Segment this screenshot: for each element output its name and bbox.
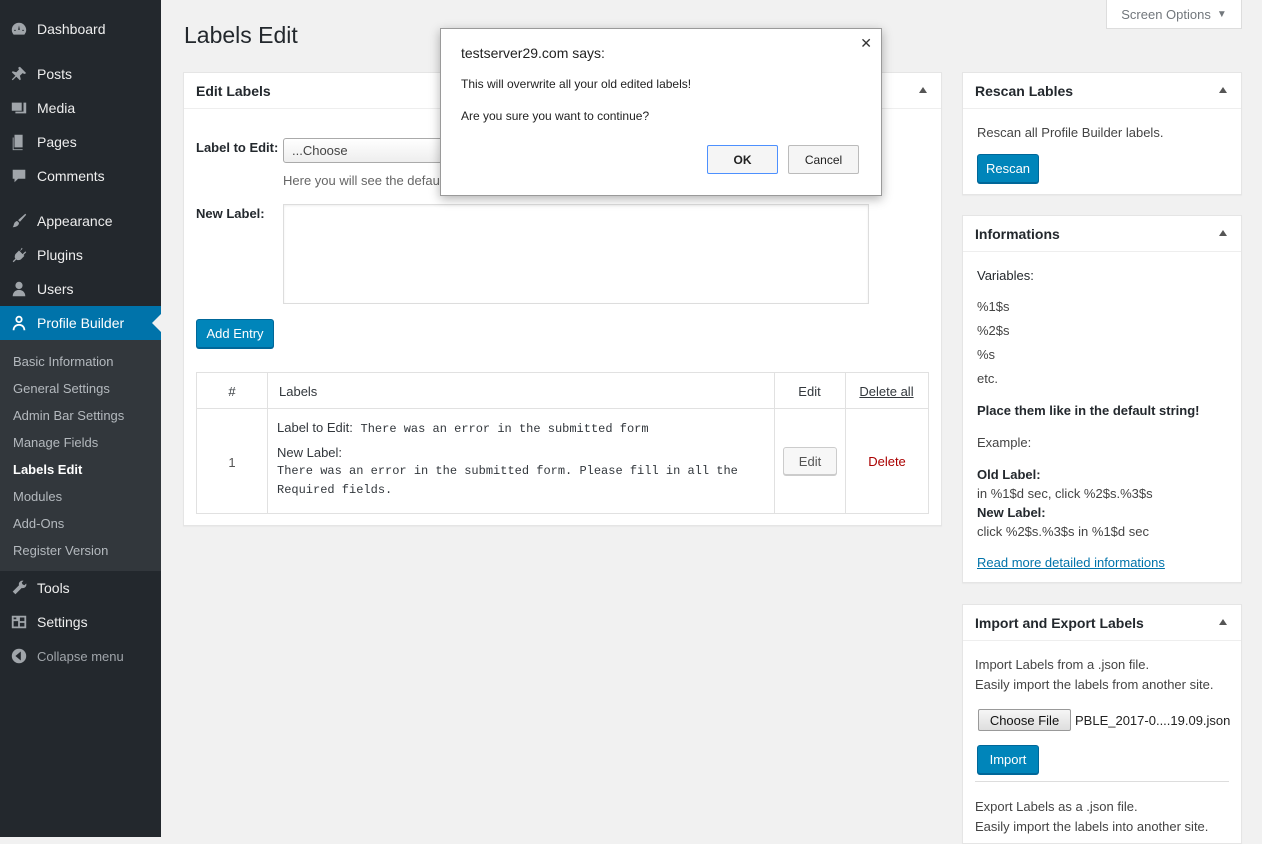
delete-row-link[interactable]: Delete (845, 454, 929, 469)
label-to-edit-label: Label to Edit: (196, 140, 279, 155)
menu-appearance[interactable]: Appearance (0, 204, 161, 238)
menu-media[interactable]: Media (0, 91, 161, 125)
import-button[interactable]: Import (977, 745, 1039, 774)
choose-file-button[interactable]: Choose File (978, 709, 1071, 731)
labels-table: # Labels Edit Delete all 1 Label to Edit… (196, 372, 929, 514)
new-label-textarea[interactable] (283, 204, 869, 304)
plug-icon (9, 245, 29, 265)
dialog-close-icon[interactable]: ✕ (860, 35, 872, 52)
import-description-line1: Import Labels from a .json file. (975, 657, 1150, 672)
variables-label: Variables: (977, 268, 1034, 283)
old-label-value: in %1$d sec, click %2$s.%3$s (977, 486, 1153, 501)
page-title: Labels Edit (184, 22, 298, 48)
caret-down-icon: ▼ (1216, 8, 1227, 20)
panel-toggle-icon[interactable] (1219, 230, 1227, 236)
brush-icon (9, 211, 29, 231)
profile-builder-submenu: Basic Information General Settings Admin… (0, 340, 161, 571)
variable-item: etc. (977, 371, 998, 386)
submenu-add-ons[interactable]: Add-Ons (13, 516, 64, 531)
admin-sidebar: Dashboard Posts Media Pages Comments App… (0, 0, 161, 837)
row-new-label-value-line2: Required fields. (277, 483, 393, 497)
rescan-description: Rescan all Profile Builder labels. (977, 125, 1164, 140)
divider (975, 781, 1229, 782)
row-number: 1 (228, 455, 236, 470)
rescan-button[interactable]: Rescan (977, 154, 1039, 183)
screen-options-button[interactable]: Screen Options ▼ (1106, 0, 1242, 29)
media-icon (9, 98, 29, 118)
import-description-line2: Easily import the labels from another si… (975, 677, 1214, 692)
variable-item: %s (977, 347, 996, 362)
read-more-link[interactable]: Read more detailed informations (977, 555, 1165, 570)
submenu-admin-bar-settings[interactable]: Admin Bar Settings (13, 408, 124, 423)
user-icon (9, 279, 29, 299)
selected-file-name: PBLE_2017-0....19.09.json (1075, 713, 1231, 728)
submenu-basic-information[interactable]: Basic Information (13, 354, 113, 369)
dialog-cancel-button[interactable]: Cancel (788, 145, 859, 174)
new-label-value: click %2$s.%3$s in %1$d sec (977, 524, 1149, 539)
wrench-icon (9, 578, 29, 598)
comment-icon (9, 166, 29, 186)
col-header-edit: Edit (798, 384, 821, 399)
dialog-ok-button[interactable]: OK (707, 145, 778, 174)
row-new-label-value-line1: There was an error in the submitted form… (277, 464, 738, 478)
panel-toggle-icon[interactable] (919, 87, 927, 93)
dialog-message: This will overwrite all your old edited … (461, 77, 692, 91)
submenu-modules[interactable]: Modules (13, 489, 62, 504)
col-header-number: # (228, 384, 236, 399)
add-entry-button[interactable]: Add Entry (196, 319, 274, 348)
variable-item: %2$s (977, 323, 1010, 338)
panel-title: Informations (975, 225, 1060, 242)
label-select[interactable]: ...Choose (283, 138, 453, 163)
collapse-icon (9, 646, 29, 666)
row-new-label-prefix: New Label: (277, 445, 343, 460)
dialog-title: testserver29.com says: (461, 45, 605, 61)
variable-item: %1$s (977, 299, 1010, 314)
menu-profile-builder[interactable]: Profile Builder (0, 306, 161, 340)
pages-icon (9, 132, 29, 152)
new-label-heading: New Label: (977, 505, 1046, 520)
menu-plugins[interactable]: Plugins (0, 238, 161, 272)
menu-pages[interactable]: Pages (0, 125, 161, 159)
delete-all-link[interactable]: Delete all (845, 384, 928, 399)
submenu-manage-fields[interactable]: Manage Fields (13, 435, 98, 450)
new-label-label: New Label: (196, 206, 265, 221)
collapse-menu-button[interactable]: Collapse menu (0, 639, 161, 673)
menu-dashboard[interactable]: Dashboard (0, 12, 161, 46)
pin-icon (9, 64, 29, 84)
place-them-note: Place them like in the default string! (977, 403, 1200, 418)
export-description-line2: Easily import the labels into another si… (975, 819, 1209, 834)
submenu-general-settings[interactable]: General Settings (13, 381, 110, 396)
col-header-labels: Labels (279, 384, 318, 399)
profile-icon (9, 313, 29, 333)
row-label-to-edit: Label to Edit: There was an error in the… (277, 420, 649, 436)
menu-settings[interactable]: Settings (0, 605, 161, 639)
menu-comments[interactable]: Comments (0, 159, 161, 193)
dashboard-icon (9, 19, 29, 39)
panel-title: Edit Labels (196, 82, 271, 99)
panel-title: Import and Export Labels (975, 614, 1144, 631)
menu-tools[interactable]: Tools (0, 571, 161, 605)
panel-title: Rescan Lables (975, 82, 1074, 99)
panel-toggle-icon[interactable] (1219, 619, 1227, 625)
panel-toggle-icon[interactable] (1219, 87, 1227, 93)
menu-users[interactable]: Users (0, 272, 161, 306)
export-description-line1: Export Labels as a .json file. (975, 799, 1138, 814)
default-label-hint: Here you will see the defaul (283, 173, 443, 188)
submenu-register-version[interactable]: Register Version (13, 543, 108, 558)
dialog-question: Are you sure you want to continue? (461, 109, 650, 123)
confirm-dialog: testserver29.com says: ✕ This will overw… (440, 28, 882, 196)
menu-posts[interactable]: Posts (0, 57, 161, 91)
old-label-heading: Old Label: (977, 467, 1041, 482)
settings-icon (9, 612, 29, 632)
submenu-labels-edit[interactable]: Labels Edit (13, 462, 82, 477)
edit-row-button[interactable]: Edit (783, 447, 837, 475)
example-label: Example: (977, 435, 1032, 450)
